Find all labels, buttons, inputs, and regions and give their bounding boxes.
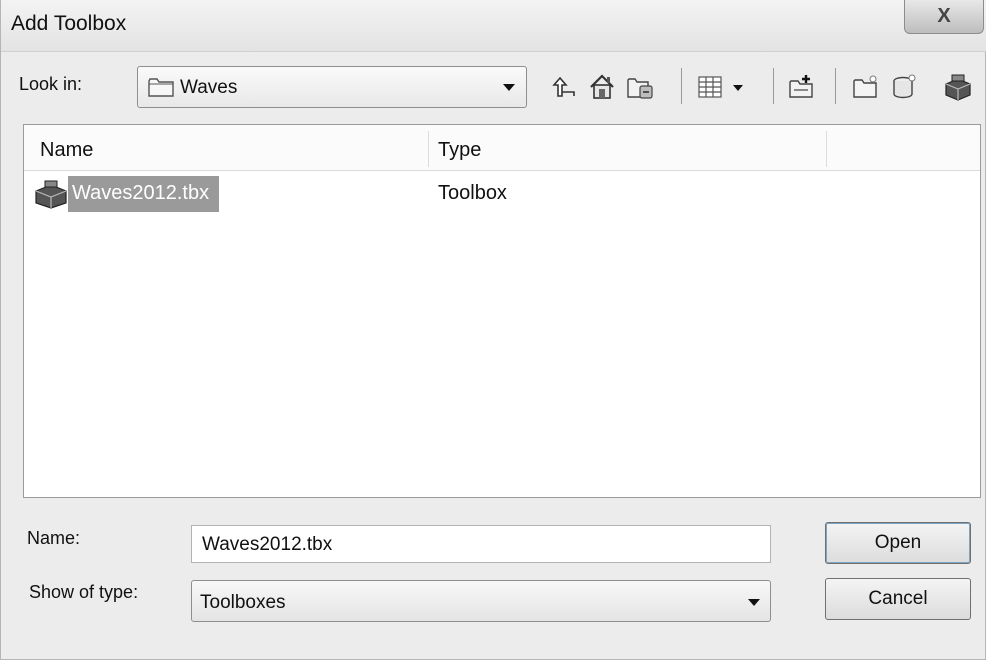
new-personal-geodatabase-button[interactable]: [887, 70, 921, 104]
new-file-geodatabase-icon: [853, 75, 877, 98]
cancel-button[interactable]: Cancel: [825, 578, 971, 620]
home-icon: [590, 74, 614, 99]
toolbar-separator: [773, 68, 774, 104]
file-type-cell: Toolbox: [438, 182, 507, 204]
view-menu-button[interactable]: [693, 70, 753, 104]
chevron-down-icon: [748, 599, 760, 606]
chevron-down-icon: [503, 84, 515, 91]
folder-icon: [148, 77, 174, 102]
connect-folder-button[interactable]: [623, 70, 657, 104]
toolbar-separator: [835, 68, 836, 104]
file-list-header: Name Type: [24, 125, 980, 171]
open-button[interactable]: Open: [825, 522, 971, 564]
column-divider[interactable]: [428, 131, 429, 167]
file-name-cell: Waves2012.tbx: [68, 176, 220, 212]
window-title: Add Toolbox: [11, 12, 127, 35]
column-header-type[interactable]: Type: [438, 125, 481, 171]
up-one-level-button[interactable]: [547, 70, 581, 104]
new-toolbox-button[interactable]: [941, 70, 975, 104]
close-icon: X: [937, 5, 951, 27]
close-button[interactable]: X: [904, 0, 984, 34]
new-folder-icon: [789, 75, 813, 98]
title-bar: Add Toolbox X: [1, 0, 986, 52]
show-of-type-value: Toolboxes: [200, 592, 286, 613]
show-of-type-dropdown[interactable]: Toolboxes: [191, 580, 771, 622]
look-in-dropdown[interactable]: Waves: [137, 66, 527, 108]
look-in-label: Look in:: [19, 74, 83, 94]
connect-folder-icon: [627, 78, 653, 99]
home-button[interactable]: [585, 70, 619, 104]
view-menu-icon: [698, 76, 743, 98]
new-file-geodatabase-button[interactable]: [849, 70, 883, 104]
column-header-name[interactable]: Name: [40, 125, 93, 171]
look-in-value: Waves: [180, 77, 238, 98]
column-divider[interactable]: [826, 131, 827, 167]
new-personal-geodatabase-icon: [893, 74, 916, 99]
new-folder-button[interactable]: [785, 70, 819, 104]
file-row[interactable]: Waves2012.tbx Toolbox: [24, 175, 980, 215]
add-toolbox-dialog: Add Toolbox X Look in: Waves Name Type W…: [0, 0, 986, 660]
show-of-type-label: Show of type:: [29, 582, 139, 602]
new-toolbox-icon: [945, 74, 971, 101]
up-one-level-icon: [552, 76, 575, 97]
file-list[interactable]: Name Type Waves2012.tbx Toolbox: [23, 124, 981, 498]
name-input[interactable]: Waves2012.tbx: [191, 525, 771, 563]
name-label: Name:: [27, 528, 81, 548]
toolbar-separator: [681, 68, 682, 104]
toolbox-icon: [34, 179, 68, 214]
